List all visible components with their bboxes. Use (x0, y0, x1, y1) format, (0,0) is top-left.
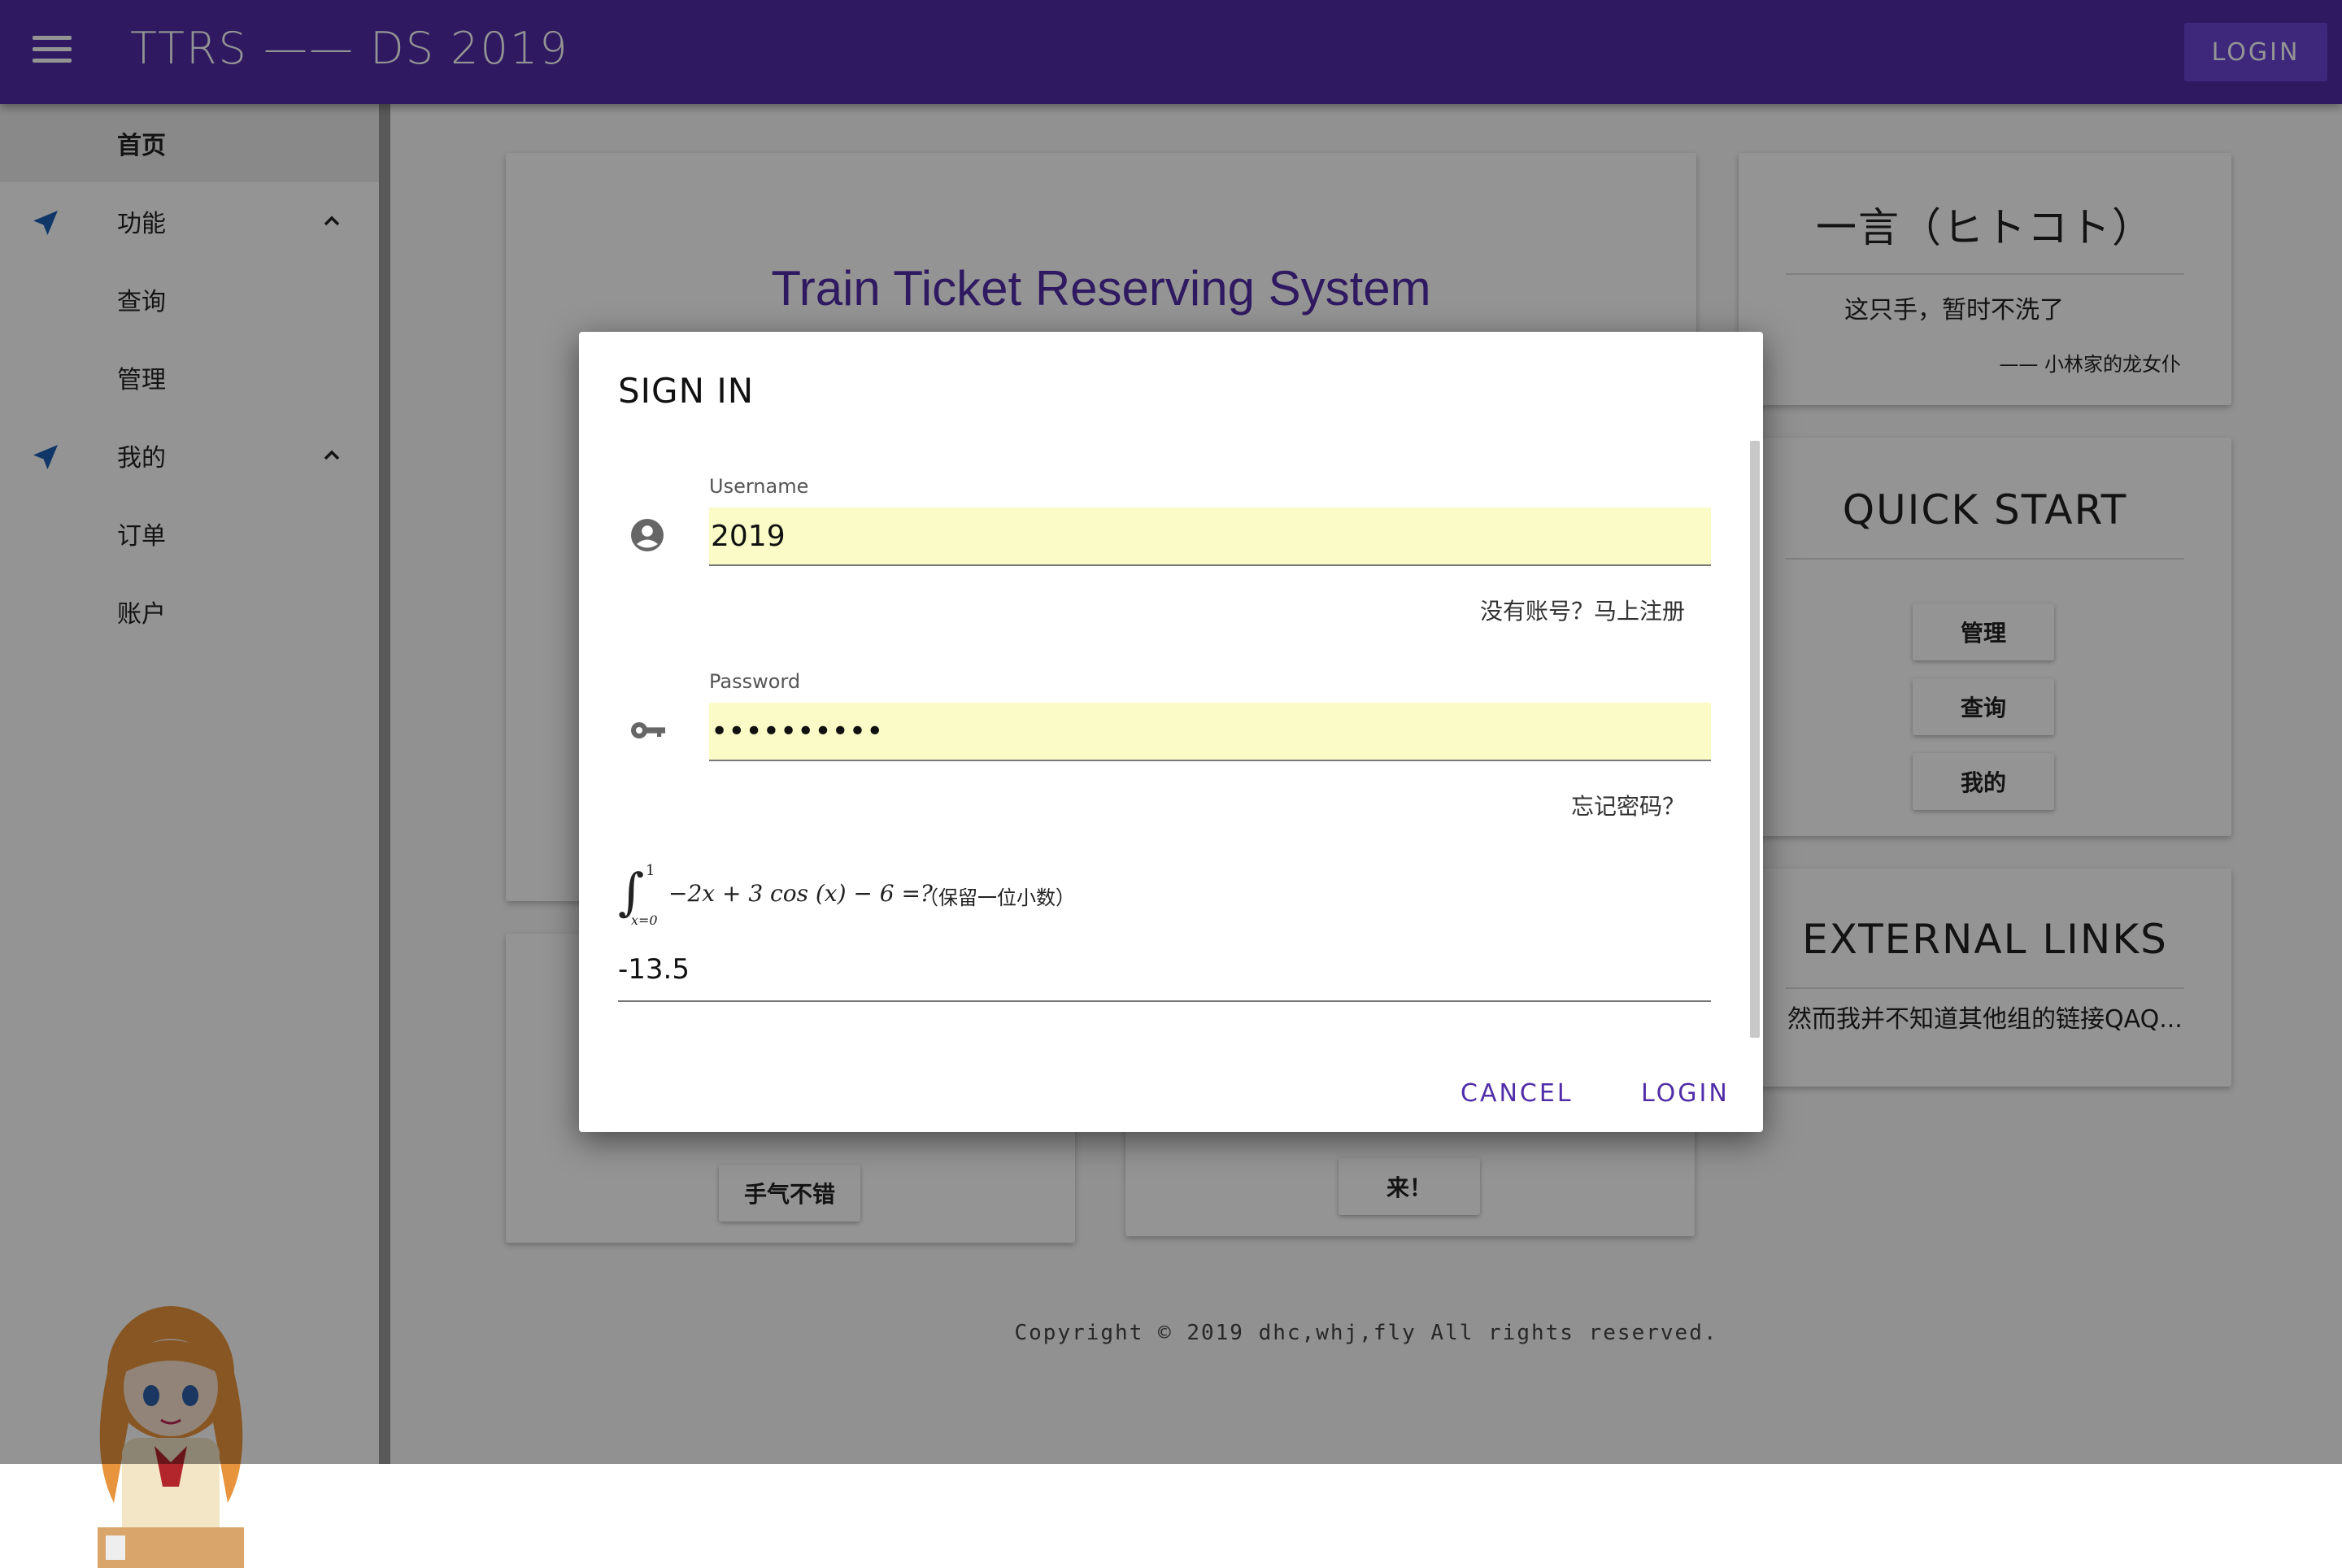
username-input[interactable] (709, 518, 1711, 554)
sign-in-dialog: SIGN IN Username 没有账号？马上注册 Password 忘记密码… (579, 332, 1763, 1132)
captcha-expression: −2x + 3 cos (x) − 6 =? (668, 880, 933, 907)
integral-lower-limit: x=0 (631, 912, 658, 928)
password-field[interactable] (709, 703, 1711, 761)
captcha-answer-value: -13.5 (618, 953, 690, 986)
integral-upper-limit: 1 (646, 862, 655, 879)
key-icon (631, 722, 665, 738)
dialog-scrollbar[interactable] (1750, 441, 1760, 1038)
dialog-login-button[interactable]: LOGIN (1641, 1069, 1730, 1117)
cancel-button[interactable]: CANCEL (1460, 1069, 1574, 1117)
password-label: Password (709, 670, 801, 693)
forgot-password-link[interactable]: 忘记密码？ (1571, 789, 1685, 821)
password-input[interactable] (709, 713, 1711, 749)
integral-sign: ∫ (618, 862, 645, 921)
captcha-answer-field[interactable]: -13.5 (618, 953, 1711, 1002)
username-field[interactable] (709, 507, 1711, 566)
register-link[interactable]: 没有账号？马上注册 (1480, 594, 1685, 626)
username-label: Username (709, 475, 809, 498)
account-circle-icon (631, 519, 664, 551)
captcha-hint: （保留一位小数） (919, 886, 1075, 909)
dialog-title: SIGN IN (618, 371, 755, 411)
